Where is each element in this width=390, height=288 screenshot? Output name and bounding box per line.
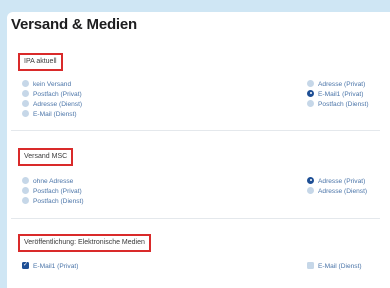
checkbox-option-email1-privat[interactable]: ✓ E-Mail1 (Privat) (22, 261, 79, 272)
section-divider (11, 130, 380, 131)
radio-icon (22, 99, 29, 107)
radio-option-postfach-dienst[interactable]: Postfach (Dienst) (307, 99, 369, 110)
radio-icon (22, 89, 29, 97)
option-label: Adresse (Privat) (318, 178, 366, 185)
option-label: Postfach (Privat) (33, 188, 82, 195)
radio-icon (307, 186, 314, 194)
radio-option-adresse-privat-msc[interactable]: Adresse (Privat) (307, 176, 366, 187)
option-label: E-Mail1 (Privat) (33, 263, 79, 270)
radio-icon (22, 186, 29, 194)
option-label: Postfach (Privat) (33, 91, 82, 98)
option-label: ohne Adresse (33, 178, 74, 185)
option-label: Adresse (Dienst) (33, 101, 83, 108)
radio-option-adresse-dienst[interactable]: Adresse (Dienst) (22, 99, 83, 110)
radio-option-postfach-dienst-msc[interactable]: Postfach (Dienst) (22, 196, 84, 207)
radio-option-ohne-adresse[interactable]: ohne Adresse (22, 176, 74, 187)
radio-icon (22, 79, 29, 87)
radio-option-adresse-privat[interactable]: Adresse (Privat) (307, 79, 366, 90)
radio-option-email-dienst[interactable]: E-Mail (Dienst) (22, 109, 77, 120)
option-label: E-Mail (Dienst) (318, 263, 362, 270)
radio-option-postfach-privat-msc[interactable]: Postfach (Privat) (22, 186, 82, 197)
radio-icon (22, 109, 29, 117)
radio-icon (22, 196, 29, 204)
checkbox-icon (307, 261, 314, 269)
section-divider (11, 218, 380, 219)
checkbox-checked-icon: ✓ (22, 261, 29, 269)
radio-icon (22, 176, 29, 184)
option-label: E-Mail1 (Privat) (318, 91, 364, 98)
option-label: Adresse (Dienst) (318, 188, 368, 195)
radio-option-kein-versand[interactable]: kein Versand (22, 79, 72, 90)
page-title: Versand & Medien (11, 16, 138, 33)
checkbox-option-email-dienst[interactable]: E-Mail (Dienst) (307, 261, 362, 272)
option-label: Postfach (Dienst) (318, 101, 369, 108)
section-label-versand-msc: Versand MSC (18, 148, 74, 166)
radio-option-adresse-dienst-msc[interactable]: Adresse (Dienst) (307, 186, 368, 197)
radio-option-postfach-privat[interactable]: Postfach (Privat) (22, 89, 82, 100)
option-label: kein Versand (33, 81, 72, 88)
radio-icon (307, 99, 314, 107)
radio-selected-icon (307, 176, 314, 184)
section-label-ipa-aktuell: IPA aktuell (18, 53, 63, 71)
radio-option-email1-privat[interactable]: E-Mail1 (Privat) (307, 89, 364, 100)
radio-selected-icon (307, 89, 314, 97)
radio-icon (307, 79, 314, 87)
option-label: Adresse (Privat) (318, 81, 366, 88)
option-label: Postfach (Dienst) (33, 198, 84, 205)
section-label-veroeffentlichung: Veröffentlichung: Elektronische Medien (18, 234, 151, 252)
option-label: E-Mail (Dienst) (33, 111, 77, 118)
